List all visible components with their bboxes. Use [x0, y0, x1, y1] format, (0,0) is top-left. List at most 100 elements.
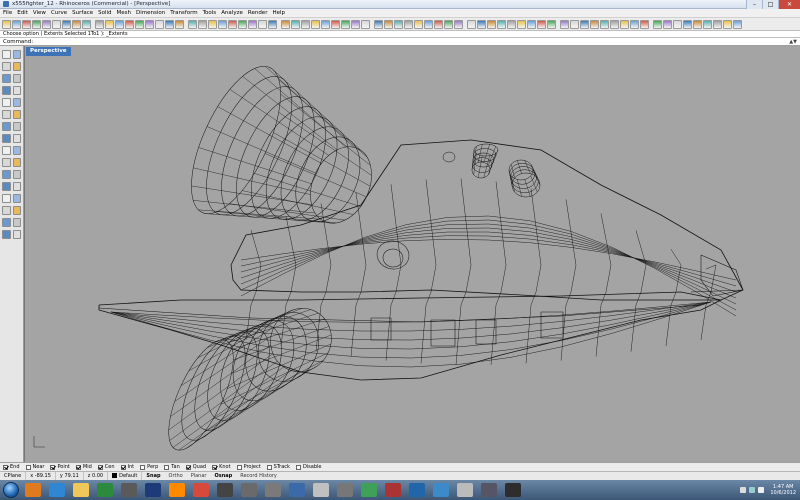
record-history-toggle[interactable]: Record History	[236, 473, 281, 479]
menu-transform[interactable]: Transform	[170, 10, 197, 16]
toolbar-tool-icon[interactable]	[165, 19, 174, 29]
toolbar-tool-icon[interactable]	[341, 19, 350, 29]
wireframe-model[interactable]	[25, 46, 800, 462]
menu-surface[interactable]: Surface	[72, 10, 93, 16]
taskbar-app-icon[interactable]	[385, 483, 401, 497]
osnap-near-checkbox[interactable]: Near	[25, 464, 44, 470]
toolbar-tool-icon[interactable]	[434, 19, 443, 29]
toolbar-tool-icon[interactable]	[414, 19, 423, 29]
toolbar-tool-icon[interactable]	[560, 19, 569, 29]
toolbar-tool-icon[interactable]	[580, 19, 589, 29]
toolbar-tool-icon[interactable]	[281, 19, 290, 29]
toolbar-tool-icon[interactable]	[703, 19, 712, 29]
palette-tool-icon[interactable]	[12, 86, 21, 95]
toolbar-tool-icon[interactable]	[537, 19, 546, 29]
maximize-button[interactable]: □	[762, 0, 778, 9]
toolbar-tool-icon[interactable]	[547, 19, 556, 29]
toolbar-tool-icon[interactable]	[713, 19, 722, 29]
palette-tool-icon[interactable]	[12, 182, 21, 191]
toolbar-tool-icon[interactable]	[683, 19, 692, 29]
toolbar-tool-icon[interactable]	[487, 19, 496, 29]
taskbar-app-icon[interactable]	[289, 483, 305, 497]
toolbar-tool-icon[interactable]	[145, 19, 154, 29]
palette-tool-icon[interactable]	[2, 110, 11, 119]
toolbar-tool-icon[interactable]	[394, 19, 403, 29]
toolbar-tool-icon[interactable]	[218, 19, 227, 29]
taskbar-app-icon[interactable]	[457, 483, 473, 497]
toolbar-tool-icon[interactable]	[444, 19, 453, 29]
toolbar-tool-icon[interactable]	[467, 19, 476, 29]
ortho-toggle[interactable]: Ortho	[165, 473, 187, 479]
toolbar-tool-icon[interactable]	[570, 19, 579, 29]
palette-tool-icon[interactable]	[2, 218, 11, 227]
toolbar-tool-icon[interactable]	[497, 19, 506, 29]
palette-tool-icon[interactable]	[2, 50, 11, 59]
planar-toggle[interactable]: Planar	[187, 473, 211, 479]
palette-tool-icon[interactable]	[2, 86, 11, 95]
osnap-mid-checkbox[interactable]: Mid	[75, 464, 92, 470]
toolbar-tool-icon[interactable]	[600, 19, 609, 29]
toolbar-tool-icon[interactable]	[454, 19, 463, 29]
toolbar-tool-icon[interactable]	[95, 19, 104, 29]
toolbar-tool-icon[interactable]	[175, 19, 184, 29]
taskbar-ie-icon[interactable]	[49, 483, 65, 497]
toolbar-tool-icon[interactable]	[404, 19, 413, 29]
menu-curve[interactable]: Curve	[51, 10, 67, 16]
osnap-quad-checkbox[interactable]: Quad	[185, 464, 206, 470]
toolbar-tool-icon[interactable]	[115, 19, 124, 29]
menu-view[interactable]: View	[33, 10, 46, 16]
palette-tool-icon[interactable]	[2, 146, 11, 155]
toolbar-tool-icon[interactable]	[663, 19, 672, 29]
toolbar-tool-icon[interactable]	[733, 19, 742, 29]
menu-edit[interactable]: Edit	[17, 10, 28, 16]
palette-tool-icon[interactable]	[2, 206, 11, 215]
toolbar-tool-icon[interactable]	[723, 19, 732, 29]
toolbar-tool-icon[interactable]	[527, 19, 536, 29]
palette-tool-icon[interactable]	[12, 110, 21, 119]
palette-tool-icon[interactable]	[2, 230, 11, 239]
osnap-point-checkbox[interactable]: Point	[50, 464, 70, 470]
taskbar-photoshop-icon[interactable]	[145, 483, 161, 497]
osnap-cen-checkbox[interactable]: Cen	[97, 464, 115, 470]
taskbar-app-icon[interactable]	[433, 483, 449, 497]
toolbar-tool-icon[interactable]	[22, 19, 31, 29]
palette-tool-icon[interactable]	[2, 74, 11, 83]
palette-tool-icon[interactable]	[2, 170, 11, 179]
toolbar-tool-icon[interactable]	[12, 19, 21, 29]
taskbar-app-icon[interactable]	[409, 483, 425, 497]
taskbar-clock[interactable]: 1:47 AM 10/6/2012	[770, 484, 796, 496]
toolbar-tool-icon[interactable]	[52, 19, 61, 29]
taskbar-app-icon[interactable]	[361, 483, 377, 497]
toolbar-tool-icon[interactable]	[517, 19, 526, 29]
toolbar-tool-icon[interactable]	[135, 19, 144, 29]
toolbar-tool-icon[interactable]	[640, 19, 649, 29]
osnap-toggle[interactable]: Osnap	[210, 473, 236, 479]
toolbar-tool-icon[interactable]	[361, 19, 370, 29]
taskbar-firefox-icon[interactable]	[25, 483, 41, 497]
tray-volume-icon[interactable]	[758, 487, 765, 493]
palette-tool-icon[interactable]	[12, 206, 21, 215]
toolbar-tool-icon[interactable]	[72, 19, 81, 29]
osnap-tan-checkbox[interactable]: Tan	[164, 464, 180, 470]
menu-help[interactable]: Help	[272, 10, 285, 16]
toolbar-tool-icon[interactable]	[228, 19, 237, 29]
toolbar-tool-icon[interactable]	[507, 19, 516, 29]
osnap-end-checkbox[interactable]: End	[3, 464, 20, 470]
toolbar-tool-icon[interactable]	[32, 19, 41, 29]
command-scroll-arrows-icon[interactable]: ▲▼	[789, 38, 797, 46]
toolbar-tool-icon[interactable]	[351, 19, 360, 29]
taskbar-rhino-icon[interactable]	[265, 483, 281, 497]
toolbar-tool-icon[interactable]	[384, 19, 393, 29]
palette-tool-icon[interactable]	[2, 62, 11, 71]
palette-tool-icon[interactable]	[12, 158, 21, 167]
toolbar-tool-icon[interactable]	[321, 19, 330, 29]
toolbar-tool-icon[interactable]	[208, 19, 217, 29]
toolbar-tool-icon[interactable]	[610, 19, 619, 29]
osnap-disable-checkbox[interactable]: Disable	[295, 464, 322, 470]
menu-render[interactable]: Render	[248, 10, 268, 16]
toolbar-tool-icon[interactable]	[311, 19, 320, 29]
minimize-button[interactable]: –	[746, 0, 762, 9]
toolbar-tool-icon[interactable]	[62, 19, 71, 29]
palette-tool-icon[interactable]	[2, 194, 11, 203]
taskbar-app-icon[interactable]	[481, 483, 497, 497]
